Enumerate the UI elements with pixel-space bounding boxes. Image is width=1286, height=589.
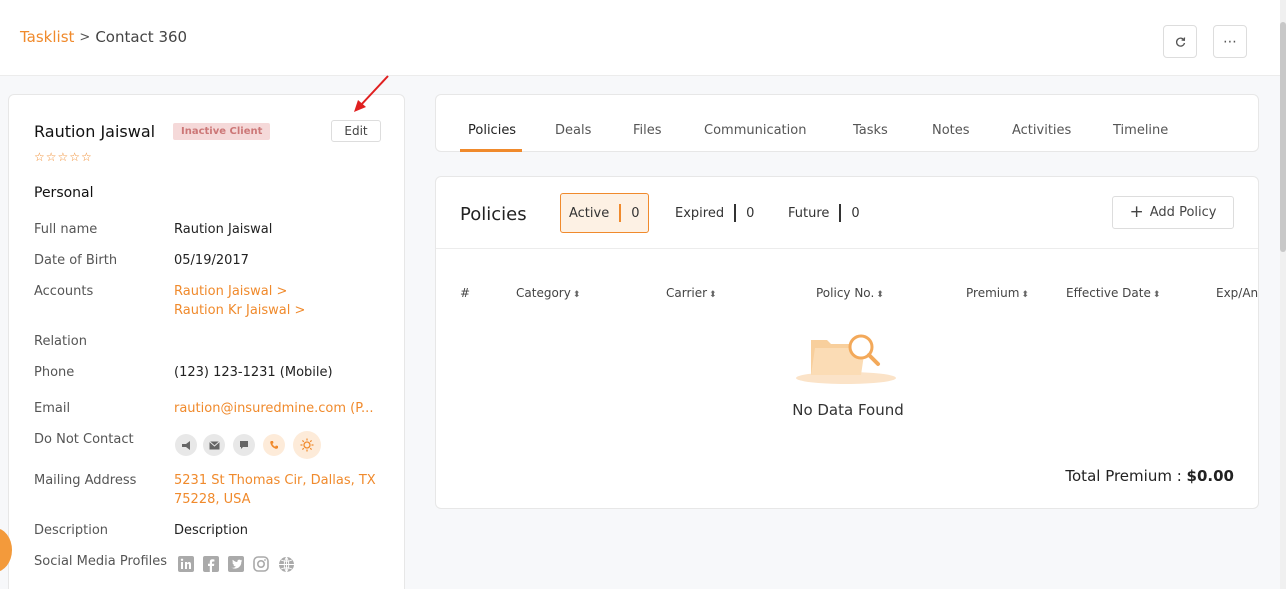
social-profiles-label: Social Media Profiles: [34, 554, 168, 569]
refresh-button[interactable]: [1163, 25, 1197, 58]
total-premium-label: Total Premium :: [1065, 467, 1182, 485]
sort-icon: ⬍: [1021, 290, 1029, 300]
filter-future[interactable]: Future 0: [788, 193, 860, 233]
linkedin-icon[interactable]: [177, 555, 195, 573]
client-name: Raution Jaiswal: [34, 122, 156, 141]
filter-active[interactable]: Active 0: [560, 193, 649, 233]
filter-active-count: 0: [631, 205, 640, 221]
column-header-premium[interactable]: Premium ⬍: [966, 286, 1029, 300]
phone-icon[interactable]: [263, 434, 285, 456]
mailing-address-line1[interactable]: 5231 St Thomas Cir, Dallas, TX: [174, 473, 376, 488]
annotation-arrow: [354, 75, 389, 112]
facebook-icon[interactable]: [202, 555, 220, 573]
instagram-icon[interactable]: [252, 555, 270, 573]
filter-active-label: Active: [569, 205, 610, 221]
account-link-1[interactable]: Raution Jaiswal >: [174, 284, 287, 299]
globe-icon[interactable]: [277, 555, 295, 573]
sort-icon: ⬍: [572, 290, 581, 300]
empty-folder-search-icon: [796, 334, 896, 384]
account-link-2[interactable]: Raution Kr Jaiswal >: [174, 303, 305, 318]
refresh-icon: [1176, 36, 1186, 47]
relation-label: Relation: [34, 334, 87, 349]
filter-expired-count: 0: [746, 205, 755, 221]
mailing-address-line2[interactable]: 75228, USA: [174, 492, 251, 507]
column-header-index: #: [460, 286, 471, 300]
empty-state-text: No Data Found: [792, 401, 904, 419]
plus-icon: +: [1129, 202, 1144, 222]
email-link[interactable]: raution@insuredmine.com (P...: [174, 401, 373, 416]
dob-label: Date of Birth: [34, 253, 118, 268]
filter-expired[interactable]: Expired 0: [675, 193, 754, 233]
total-premium: Total Premium : $0.00: [1065, 467, 1234, 485]
phone-value: (123) 123-1231 (Mobile): [174, 365, 333, 380]
add-policy-label: Add Policy: [1149, 205, 1217, 220]
tab-activities[interactable]: Activities: [1012, 123, 1071, 138]
section-title-personal: Personal: [34, 185, 94, 201]
full-name-label: Full name: [34, 222, 98, 237]
twitter-icon[interactable]: [227, 555, 245, 573]
sort-icon: ⬍: [709, 290, 717, 300]
tab-files[interactable]: Files: [633, 123, 662, 138]
sort-icon: ⬍: [1152, 290, 1161, 300]
column-header-exp[interactable]: Exp/An: [1216, 286, 1258, 300]
tab-notes[interactable]: Notes: [932, 123, 970, 138]
column-header-carrier[interactable]: Carrier ⬍: [666, 286, 717, 300]
policies-panel: Policies Active 0 Expired 0 Future 0 + A…: [435, 176, 1259, 509]
filter-divider: [619, 204, 622, 222]
top-bar: Tasklist > Contact 360 ⋯: [0, 0, 1286, 76]
star-rating[interactable]: ☆☆☆☆☆: [34, 150, 93, 164]
mail-icon[interactable]: [203, 434, 225, 456]
contact-card: Raution Jaiswal Inactive Client Edit ☆☆☆…: [8, 94, 405, 589]
chat-icon[interactable]: [233, 434, 255, 456]
dnc-label: Do Not Contact: [34, 432, 134, 447]
filter-divider: [839, 204, 842, 222]
active-tab-indicator: [460, 149, 522, 152]
column-header-category[interactable]: Category ⬍: [516, 286, 580, 300]
filter-divider: [734, 204, 737, 222]
column-header-effective-date[interactable]: Effective Date ⬍: [1066, 286, 1160, 300]
column-header-policy-no[interactable]: Policy No. ⬍: [816, 286, 884, 300]
more-icon: ⋯: [1223, 33, 1237, 50]
breadcrumb-separator: >: [79, 29, 91, 45]
page-scrollbar[interactable]: [1280, 0, 1286, 589]
email-label: Email: [34, 401, 71, 416]
total-premium-value: $0.00: [1186, 467, 1234, 485]
filter-expired-label: Expired: [675, 205, 725, 221]
dob-value: 05/19/2017: [174, 253, 249, 268]
phone-label: Phone: [34, 365, 75, 380]
breadcrumb-tasklist-link[interactable]: Tasklist: [20, 28, 74, 46]
description-value: Description: [174, 523, 249, 538]
tab-communication[interactable]: Communication: [704, 123, 806, 138]
breadcrumb-current: Contact 360: [95, 28, 188, 46]
policies-title: Policies: [460, 204, 527, 225]
megaphone-icon[interactable]: [175, 434, 197, 456]
filter-future-count: 0: [851, 205, 860, 221]
more-button[interactable]: ⋯: [1213, 25, 1247, 58]
tabs-bar: Policies Deals Files Communication Tasks…: [435, 94, 1259, 152]
breadcrumb: Tasklist > Contact 360: [20, 28, 187, 46]
description-label: Description: [34, 523, 109, 538]
tab-tasks[interactable]: Tasks: [853, 123, 888, 138]
scrollbar-thumb[interactable]: [1280, 22, 1286, 252]
tab-policies[interactable]: Policies: [468, 123, 516, 138]
add-policy-button[interactable]: + Add Policy: [1112, 196, 1234, 229]
status-badge: Inactive Client: [173, 123, 271, 140]
sort-icon: ⬍: [876, 290, 884, 300]
sun-icon[interactable]: [293, 431, 321, 459]
edit-button[interactable]: Edit: [331, 120, 381, 142]
tab-deals[interactable]: Deals: [555, 123, 591, 138]
accounts-label: Accounts: [34, 284, 94, 299]
filter-future-label: Future: [788, 205, 830, 221]
mailing-address-label: Mailing Address: [34, 473, 137, 488]
full-name-value: Raution Jaiswal: [174, 222, 273, 237]
tab-timeline[interactable]: Timeline: [1113, 123, 1168, 138]
divider: [436, 248, 1258, 249]
